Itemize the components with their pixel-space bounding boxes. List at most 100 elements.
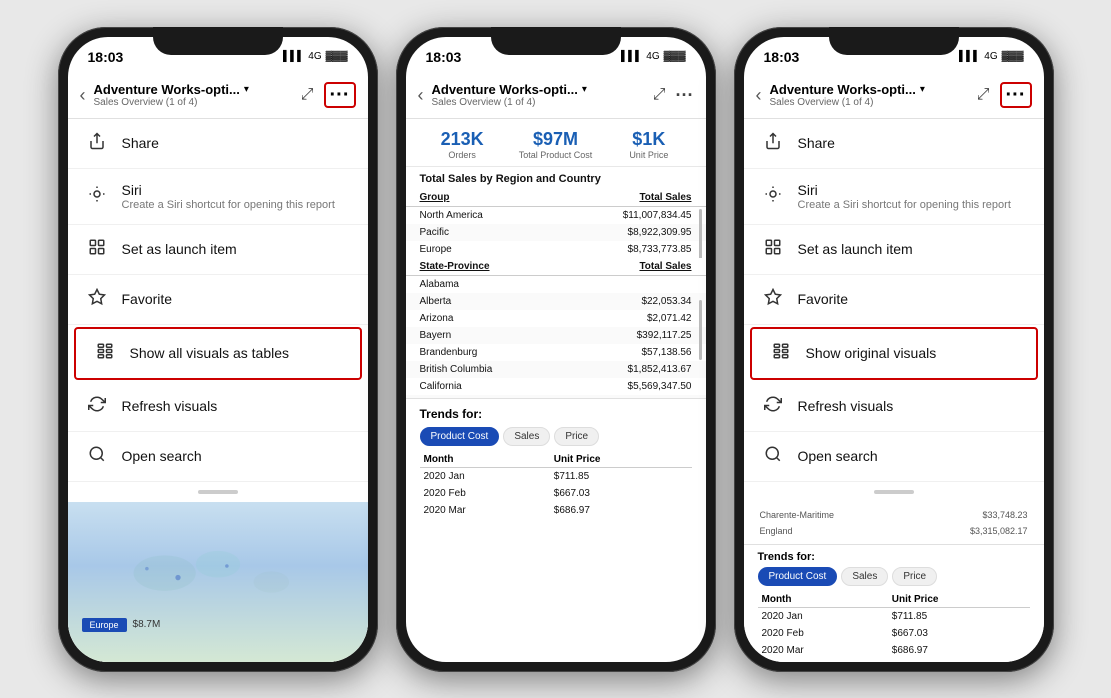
status-icons-3: ▌▌▌ 4G ▓▓▓ xyxy=(959,51,1023,62)
more-options-button-3[interactable]: ··· xyxy=(1000,82,1032,108)
siri-sublabel-1: Create a Siri shortcut for opening this … xyxy=(122,199,350,211)
menu-refresh-text-1: Refresh visuals xyxy=(122,398,350,414)
table-row: Bayern$392,117.25 xyxy=(406,327,706,344)
table-row: Charente-Maritime$33,748.23 xyxy=(406,395,706,398)
menu-item-siri-1[interactable]: Siri Create a Siri shortcut for opening … xyxy=(68,169,368,225)
bg-trend-tab-price-3[interactable]: Price xyxy=(892,567,937,586)
cost-label: Total Product Cost xyxy=(513,150,598,160)
menu-launch-text-3: Set as launch item xyxy=(798,241,1026,257)
notch-1 xyxy=(153,27,283,55)
bg-trends-3: Trends for: Product Cost Sales Price Mon… xyxy=(744,544,1044,662)
bg-trends-data-table-3: Month Unit Price 2020 Jan$711.852020 Feb… xyxy=(758,592,1030,659)
back-button-3[interactable]: ‹ xyxy=(756,85,762,106)
search-icon-1 xyxy=(86,445,108,468)
show-tables-label-1: Show all visuals as tables xyxy=(130,345,342,361)
trends-data-table: Month Unit Price 2020 Jan$711.852020 Feb… xyxy=(420,452,692,519)
more-options-button-2[interactable]: ··· xyxy=(676,85,694,106)
expand-icon-3[interactable]: ⤢ xyxy=(977,86,990,104)
bg-trend-row-3: 2020 Mar$686.97 xyxy=(758,642,1030,659)
dropdown-icon-1: ▾ xyxy=(244,84,249,95)
table-row: British Columbia$1,852,413.67 xyxy=(406,361,706,378)
menu-item-share-1[interactable]: Share xyxy=(68,119,368,169)
menu-item-show-original-3[interactable]: Show original visuals xyxy=(750,327,1038,380)
status-time-1: 18:03 xyxy=(88,49,124,65)
trend-tab-product-cost[interactable]: Product Cost xyxy=(420,427,500,446)
notch-2 xyxy=(491,27,621,55)
network-badge-2: 4G xyxy=(646,51,659,62)
menu-list-1: Share Siri Create a Siri shortcut for op… xyxy=(68,119,368,662)
menu-item-show-tables-1[interactable]: Show all visuals as tables xyxy=(74,327,362,380)
metrics-row-2: 213K Orders $97M Total Product Cost $1K … xyxy=(406,119,706,167)
menu-item-favorite-1[interactable]: Favorite xyxy=(68,275,368,325)
menu-item-share-3[interactable]: Share xyxy=(744,119,1044,169)
trend-tab-sales[interactable]: Sales xyxy=(503,427,550,446)
menu-item-search-1[interactable]: Open search xyxy=(68,432,368,482)
expand-icon-2[interactable]: ⤢ xyxy=(653,86,666,104)
phone-3: 18:03 ▌▌▌ 4G ▓▓▓ ‹ Adventure Works-opti.… xyxy=(734,27,1054,672)
search-label-1: Open search xyxy=(122,448,350,464)
back-button-1[interactable]: ‹ xyxy=(80,85,86,106)
refresh-label-1: Refresh visuals xyxy=(122,398,350,414)
table-row: Europe$8,733,773.85 xyxy=(406,241,706,258)
nav-title-3: Adventure Works-opti... xyxy=(770,82,916,98)
state-table-wrapper: State-Province Total Sales AlabamaAlbert… xyxy=(406,258,706,398)
more-options-button-1[interactable]: ··· xyxy=(324,82,356,108)
nav-title-block-3: Adventure Works-opti... ▾ Sales Overview… xyxy=(770,82,977,109)
bg-trend-col-month-3: Month xyxy=(758,592,888,608)
refresh-icon-1 xyxy=(86,395,108,418)
favorite-label-1: Favorite xyxy=(122,291,350,307)
menu-item-launch-3[interactable]: Set as launch item xyxy=(744,225,1044,275)
expand-icon-1[interactable]: ⤢ xyxy=(301,86,314,104)
bg-trend-tab-sales-3[interactable]: Sales xyxy=(841,567,888,586)
nav-title-block-1: Adventure Works-opti... ▾ Sales Overview… xyxy=(94,82,301,109)
table-row: Alberta$22,053.34 xyxy=(406,293,706,310)
menu-show-tables-text-1: Show all visuals as tables xyxy=(130,345,342,361)
menu-item-siri-3[interactable]: Siri Create a Siri shortcut for opening … xyxy=(744,169,1044,225)
trend-tab-price[interactable]: Price xyxy=(554,427,599,446)
nav-title-2: Adventure Works-opti... xyxy=(432,82,578,98)
bg-trend-col-price-3: Unit Price xyxy=(888,592,1030,608)
metric-orders: 213K Orders xyxy=(420,129,505,160)
bg-table-row: England$3,315,082.17 xyxy=(760,524,1028,538)
status-time-3: 18:03 xyxy=(764,49,800,65)
scroll-indicator-1 xyxy=(699,209,702,257)
launch-label-1: Set as launch item xyxy=(122,241,350,257)
menu-share-text-1: Share xyxy=(122,135,350,151)
favorite-label-3: Favorite xyxy=(798,291,1026,307)
menu-favorite-text-3: Favorite xyxy=(798,291,1026,307)
table-row: Brandenburg$57,138.56 xyxy=(406,344,706,361)
phone-1: 18:03 ▌▌▌ 4G ▓▓▓ ‹ Adventure Works-opti.… xyxy=(58,27,378,672)
search-icon-3 xyxy=(762,445,784,468)
phone-1-screen: 18:03 ▌▌▌ 4G ▓▓▓ ‹ Adventure Works-opti.… xyxy=(68,37,368,662)
dropdown-icon-3: ▾ xyxy=(920,84,925,95)
battery-icon-3: ▓▓▓ xyxy=(1002,51,1024,62)
nav-title-1: Adventure Works-opti... xyxy=(94,82,240,98)
trends-section-2: Trends for: Product Cost Sales Price Mon… xyxy=(406,398,706,523)
menu-item-launch-1[interactable]: Set as launch item xyxy=(68,225,368,275)
col-state-sales: Total Sales xyxy=(569,258,705,276)
menu-item-refresh-3[interactable]: Refresh visuals xyxy=(744,382,1044,432)
nav-bar-1: ‹ Adventure Works-opti... ▾ Sales Overvi… xyxy=(68,73,368,119)
table-row: Arizona$2,071.42 xyxy=(406,310,706,327)
menu-item-favorite-3[interactable]: Favorite xyxy=(744,275,1044,325)
bg-trend-tab-product-cost-3[interactable]: Product Cost xyxy=(758,567,838,586)
siri-icon-3 xyxy=(762,185,784,208)
siri-sublabel-3: Create a Siri shortcut for opening this … xyxy=(798,199,1026,211)
trend-col-month: Month xyxy=(420,452,550,468)
trend-col-price: Unit Price xyxy=(550,452,692,468)
menu-item-refresh-1[interactable]: Refresh visuals xyxy=(68,382,368,432)
network-badge-3: 4G xyxy=(984,51,997,62)
menu-item-search-3[interactable]: Open search xyxy=(744,432,1044,482)
back-button-2[interactable]: ‹ xyxy=(418,85,424,106)
report-content-2: 213K Orders $97M Total Product Cost $1K … xyxy=(406,119,706,662)
share-label-3: Share xyxy=(798,135,1026,151)
bg-trends-title-3: Trends for: xyxy=(758,551,1030,563)
dropdown-icon-2: ▾ xyxy=(582,84,587,95)
menu-refresh-text-3: Refresh visuals xyxy=(798,398,1026,414)
phone-2-screen: 18:03 ▌▌▌ 4G ▓▓▓ ‹ Adventure Works-opti.… xyxy=(406,37,706,662)
nav-actions-3: ⤢ ··· xyxy=(977,82,1032,108)
region-table: Group Total Sales North America$11,007,8… xyxy=(406,189,706,258)
network-badge-1: 4G xyxy=(308,51,321,62)
trend-row: 2020 Mar$686.97 xyxy=(420,502,692,519)
signal-icon-1: ▌▌▌ xyxy=(283,51,304,62)
